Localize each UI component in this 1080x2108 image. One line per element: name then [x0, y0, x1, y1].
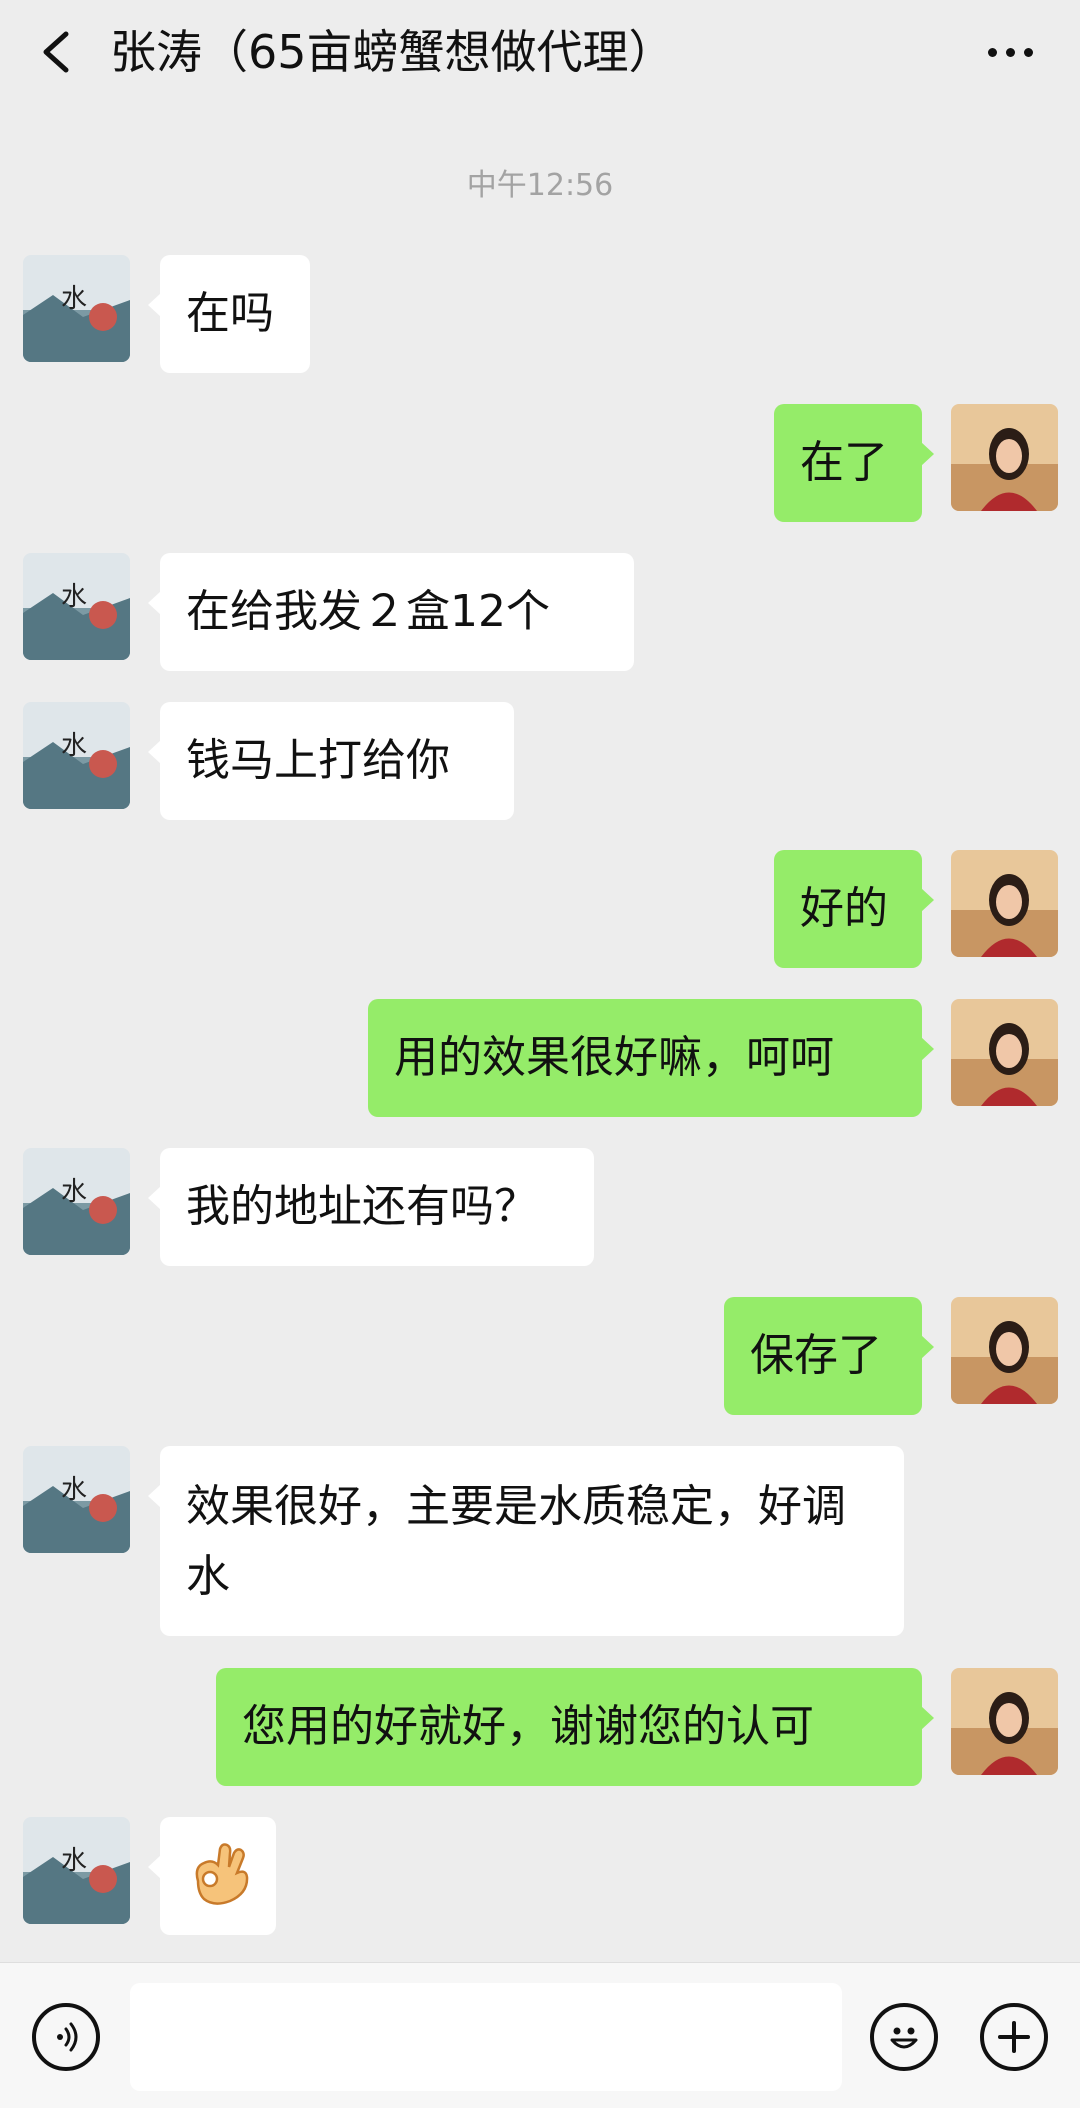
voice-button[interactable]	[32, 2003, 100, 2071]
chat-header: 张涛（65亩螃蟹想做代理）	[0, 0, 1080, 110]
message-bubble-incoming[interactable]: 在吗	[148, 255, 310, 373]
contact-avatar[interactable]: 水	[23, 255, 130, 362]
chat-title: 张涛（65亩螃蟹想做代理）	[110, 25, 675, 79]
contact-avatar[interactable]: 水	[23, 702, 130, 809]
chevron-left-icon	[43, 31, 69, 73]
more-button[interactable]	[980, 24, 1040, 80]
message-bubble-outgoing[interactable]: 在了	[774, 404, 934, 522]
svg-text:水: 水	[61, 1177, 87, 1206]
emoji-button[interactable]	[870, 2003, 938, 2071]
message-bubble-incoming[interactable]: 钱马上打给你	[148, 702, 514, 820]
contact-avatar[interactable]: 水	[23, 1446, 130, 1553]
more-functions-button[interactable]	[980, 2003, 1048, 2071]
message-bubble-outgoing[interactable]: 好的	[774, 850, 934, 968]
message-bubble-outgoing[interactable]: 您用的好就好，谢谢您的认可	[216, 1668, 934, 1786]
plus-icon	[998, 2021, 1030, 2053]
ok-hand-emoji-icon	[195, 1843, 249, 1905]
my-avatar[interactable]	[951, 404, 1058, 511]
back-button[interactable]	[30, 22, 80, 82]
more-dots-icon	[987, 47, 997, 57]
chat-input-bar	[0, 1962, 1080, 2108]
voice-icon	[57, 2022, 78, 2052]
contact-avatar[interactable]: 水	[23, 553, 130, 660]
message-bubble-incoming[interactable]: 效果很好，主要是水质稳定，好调水	[148, 1446, 904, 1636]
svg-text:水: 水	[61, 284, 87, 313]
my-avatar[interactable]	[951, 1297, 1058, 1404]
message-bubble-incoming[interactable]	[148, 1817, 276, 1935]
message-bubble-outgoing[interactable]: 用的效果很好嘛，呵呵	[368, 999, 934, 1117]
message-timestamp: 中午12:56	[466, 168, 614, 203]
svg-text:水: 水	[61, 1475, 87, 1504]
svg-text:水: 水	[61, 1846, 87, 1875]
emoji-icon	[890, 2027, 918, 2049]
svg-text:水: 水	[61, 582, 87, 611]
message-bubble-outgoing[interactable]: 保存了	[724, 1297, 934, 1415]
my-avatar[interactable]	[951, 1668, 1058, 1775]
contact-avatar[interactable]: 水	[23, 1148, 130, 1255]
message-bubble-incoming[interactable]: 在给我发２盒12个	[148, 553, 634, 671]
my-avatar[interactable]	[951, 850, 1058, 957]
my-avatar[interactable]	[951, 999, 1058, 1106]
message-input[interactable]	[130, 1983, 842, 2091]
message-bubble-incoming[interactable]: 我的地址还有吗？	[148, 1148, 594, 1266]
svg-text:水: 水	[61, 731, 87, 760]
contact-avatar[interactable]: 水	[23, 1817, 130, 1924]
